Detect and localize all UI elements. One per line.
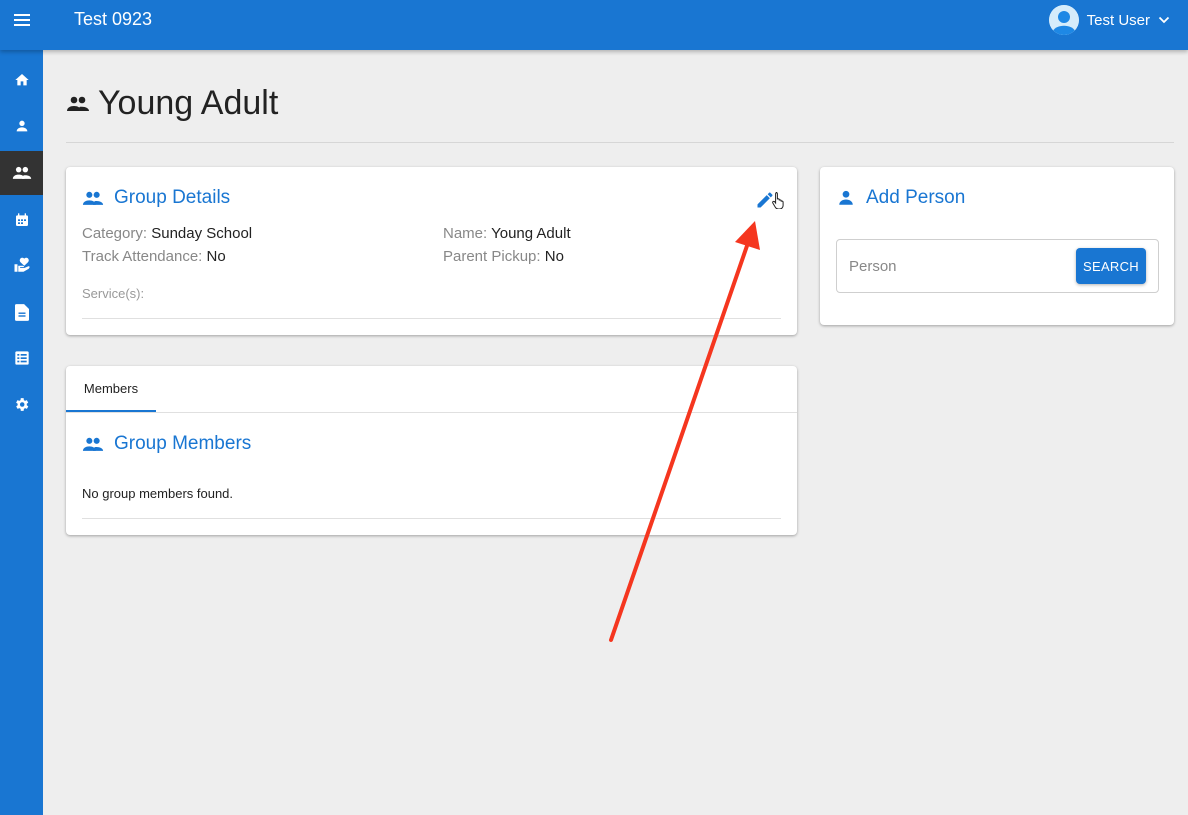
chevron-down-icon — [1158, 16, 1170, 24]
list-icon — [14, 351, 29, 365]
edit-group-button[interactable] — [755, 187, 791, 213]
services-label: Service(s): — [82, 286, 145, 301]
calendar-icon — [15, 213, 28, 226]
sidebar-item-attendance[interactable] — [0, 198, 43, 242]
sidebar-item-people[interactable] — [0, 104, 43, 148]
group-members-header: Group Members — [82, 433, 251, 455]
hand-pointer-icon — [772, 192, 784, 209]
group-details-card: Group Details Category: Sunday School Tr… — [66, 167, 797, 335]
person-search-input[interactable] — [849, 254, 1069, 278]
home-icon — [14, 74, 29, 86]
groups-icon — [67, 96, 89, 111]
empty-members-message: No group members found. — [82, 486, 234, 501]
sidebar-item-home[interactable] — [0, 58, 43, 102]
add-person-title: Add Person — [866, 187, 966, 208]
title-divider — [66, 142, 1174, 143]
category-value: Sunday School — [151, 225, 253, 242]
name-label: Name: — [443, 225, 488, 242]
sidebar-item-groups[interactable] — [0, 151, 43, 195]
members-card: Members Group Members No group members f… — [66, 366, 797, 535]
add-person-card: Add Person SEARCH — [820, 167, 1174, 325]
person-search-box: SEARCH — [836, 239, 1159, 293]
services-divider — [82, 318, 781, 319]
document-icon — [14, 303, 29, 321]
members-divider — [82, 518, 781, 519]
page-header: Young Adult — [66, 84, 278, 123]
parent-pickup-value: No — [544, 248, 564, 265]
sidebar-item-forms[interactable] — [0, 290, 43, 334]
name-field: Name: Young Adult — [443, 225, 571, 242]
groups-icon — [82, 437, 104, 451]
track-attendance-label: Track Attendance: — [82, 248, 203, 265]
avatar — [1048, 5, 1079, 35]
hamburger-menu-button[interactable] — [0, 0, 43, 40]
app-title: Test 0923 — [74, 9, 153, 29]
person-icon — [839, 190, 853, 205]
parent-pickup-field: Parent Pickup: No — [443, 248, 564, 265]
top-app-bar: Test 0923 Test User — [0, 0, 1188, 50]
category-field: Category: Sunday School — [82, 225, 252, 242]
track-attendance-value: No — [206, 248, 226, 265]
add-person-header: Add Person — [836, 187, 965, 209]
user-menu[interactable]: Test User — [1048, 4, 1170, 36]
user-avatar-icon — [1048, 5, 1079, 35]
category-label: Category: — [82, 225, 148, 242]
groups-icon — [12, 166, 31, 179]
page-title: Young Adult — [98, 84, 279, 122]
group-details-header: Group Details — [82, 187, 230, 209]
sidebar-item-reports[interactable] — [0, 336, 43, 380]
user-name: Test User — [1086, 11, 1150, 29]
group-details-title: Group Details — [114, 187, 231, 208]
menu-icon — [13, 14, 30, 26]
group-members-title: Group Members — [114, 433, 252, 454]
person-icon — [16, 120, 27, 132]
donations-icon — [14, 257, 30, 272]
sidebar-nav — [0, 50, 43, 815]
parent-pickup-label: Parent Pickup: — [443, 248, 541, 265]
name-value: Young Adult — [491, 225, 571, 242]
tab-members[interactable]: Members — [66, 366, 156, 412]
tabs-divider — [66, 412, 797, 413]
groups-icon — [82, 191, 104, 205]
sidebar-item-settings[interactable] — [0, 382, 43, 426]
search-button[interactable]: SEARCH — [1076, 248, 1146, 284]
track-attendance-field: Track Attendance: No — [82, 248, 226, 265]
settings-icon — [16, 397, 29, 411]
sidebar-item-donations[interactable] — [0, 243, 43, 287]
